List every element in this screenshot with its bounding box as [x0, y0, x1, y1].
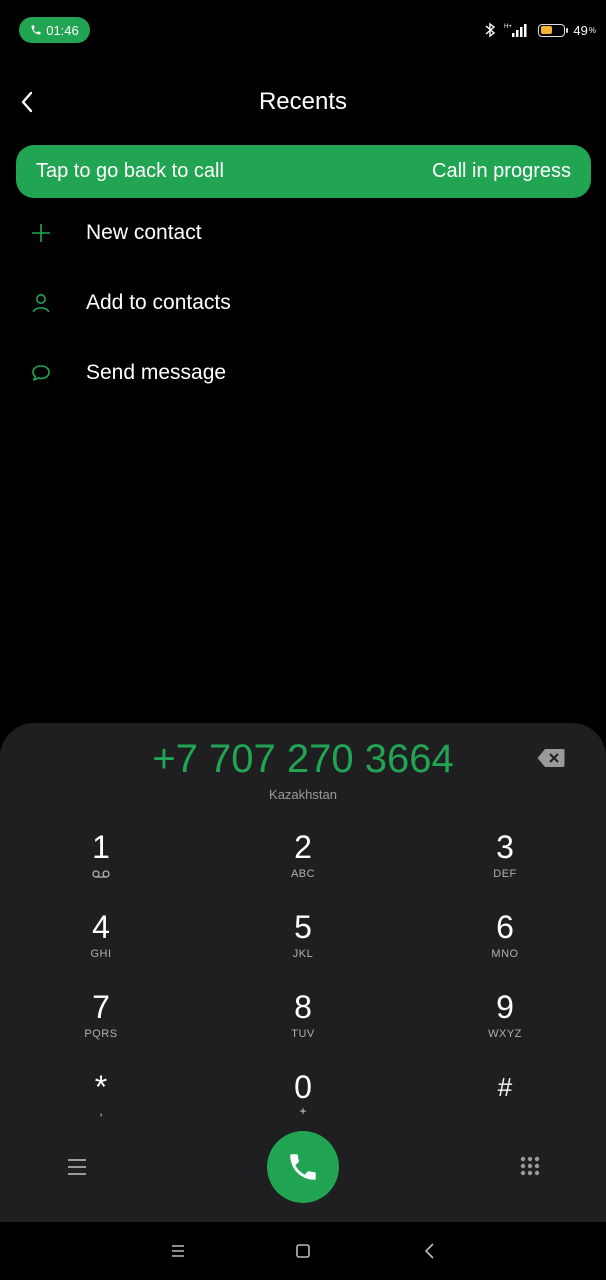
key-3[interactable]: 3 DEF [445, 828, 565, 898]
page-title: Recents [258, 88, 348, 115]
person-icon [28, 290, 54, 316]
key-letters: TUV [291, 1028, 315, 1040]
key-digit: 9 [496, 989, 514, 1025]
key-symbol: , [99, 1104, 103, 1118]
key-letters: JKL [292, 948, 314, 960]
battery-percent-sign: % [588, 25, 596, 35]
dialpad-grid-icon [520, 1156, 540, 1176]
key-digit: 0 [294, 1069, 312, 1105]
return-to-call-text: Tap to go back to call [36, 160, 224, 182]
recent-apps-button[interactable] [167, 1240, 189, 1262]
phone-icon [290, 1154, 316, 1180]
key-digit: * [94, 1069, 108, 1105]
key-digit: 7 [92, 989, 110, 1025]
add-to-contacts-label: Add to contacts [86, 291, 231, 314]
status-bar: 01:46 H+ 49 % [0, 0, 606, 60]
menu-icon [172, 1245, 184, 1257]
status-time: 01:46 [46, 22, 79, 38]
menu-button[interactable] [65, 1156, 89, 1178]
new-contact-item[interactable]: New contact [0, 198, 606, 268]
battery-icon [538, 23, 569, 37]
send-message-item[interactable]: Send message [0, 338, 606, 408]
key-letters: ABC [290, 868, 316, 880]
key-2[interactable]: 2 ABC [243, 828, 363, 898]
key-letters: DEF [493, 868, 517, 880]
add-to-contacts-item[interactable]: Add to contacts [0, 268, 606, 338]
dialed-number[interactable]: +7 707 270 3664 [0, 737, 606, 782]
svg-text:H+: H+ [504, 24, 512, 30]
key-7[interactable]: 7 PQRS [41, 988, 161, 1058]
backspace-button[interactable] [537, 748, 565, 768]
key-digit: 8 [294, 989, 312, 1025]
bluetooth-icon [485, 22, 496, 38]
key-letters: WXYZ [488, 1028, 522, 1040]
dialpad-controls [0, 1131, 606, 1203]
return-to-call-banner[interactable]: Tap to go back to call Call in progress [16, 145, 591, 198]
key-digit: 5 [294, 909, 312, 945]
battery-level [540, 26, 552, 34]
message-icon [28, 360, 54, 386]
voicemail-icon [92, 870, 110, 878]
key-8[interactable]: 8 TUV [243, 988, 363, 1058]
key-digit: 2 [294, 829, 312, 865]
key-digit: 4 [92, 909, 110, 945]
system-nav-bar [0, 1222, 606, 1280]
key-5[interactable]: 5 JKL [243, 908, 363, 978]
ongoing-call-chip[interactable]: 01:46 [19, 17, 90, 43]
call-button[interactable] [267, 1131, 339, 1203]
phone-icon [31, 25, 41, 35]
key-digit: 1 [92, 829, 110, 865]
key-4[interactable]: 4 GHI [41, 908, 161, 978]
header: Recents [0, 78, 606, 126]
dialpad: +7 707 270 3664 Kazakhstan 1 2 ABC 3 DEF… [0, 723, 606, 1223]
key-digit: 6 [496, 909, 514, 945]
menu-icon [68, 1159, 86, 1175]
backspace-icon [537, 749, 565, 767]
dialpad-toggle-button[interactable] [519, 1155, 541, 1177]
key-symbol: + [299, 1104, 307, 1118]
status-icons: H+ 49 % [484, 18, 596, 42]
key-letters: MNO [491, 948, 519, 960]
square-icon [296, 1244, 310, 1258]
battery-percent: 49 [573, 22, 588, 38]
contact-actions-list: New contact Add to contacts Send message [0, 198, 606, 408]
key-hash[interactable]: # [445, 1068, 565, 1138]
nav-back-button[interactable] [419, 1240, 441, 1262]
key-digit: 3 [496, 829, 514, 865]
key-digit: # [497, 1072, 513, 1102]
call-status-text: Call in progress [432, 160, 571, 182]
plus-icon [28, 220, 54, 246]
chevron-left-icon [425, 1243, 434, 1259]
key-1[interactable]: 1 [41, 828, 161, 898]
key-letters: PQRS [84, 1028, 118, 1040]
signal-icon: H+ [504, 24, 527, 37]
number-region: Kazakhstan [269, 787, 337, 802]
key-9[interactable]: 9 WXYZ [445, 988, 565, 1058]
key-letters: GHI [90, 948, 112, 960]
home-button[interactable] [292, 1240, 314, 1262]
key-0[interactable]: 0 + [243, 1068, 363, 1138]
new-contact-label: New contact [86, 221, 202, 244]
send-message-label: Send message [86, 361, 227, 384]
key-star[interactable]: * , [41, 1068, 161, 1138]
key-6[interactable]: 6 MNO [445, 908, 565, 978]
